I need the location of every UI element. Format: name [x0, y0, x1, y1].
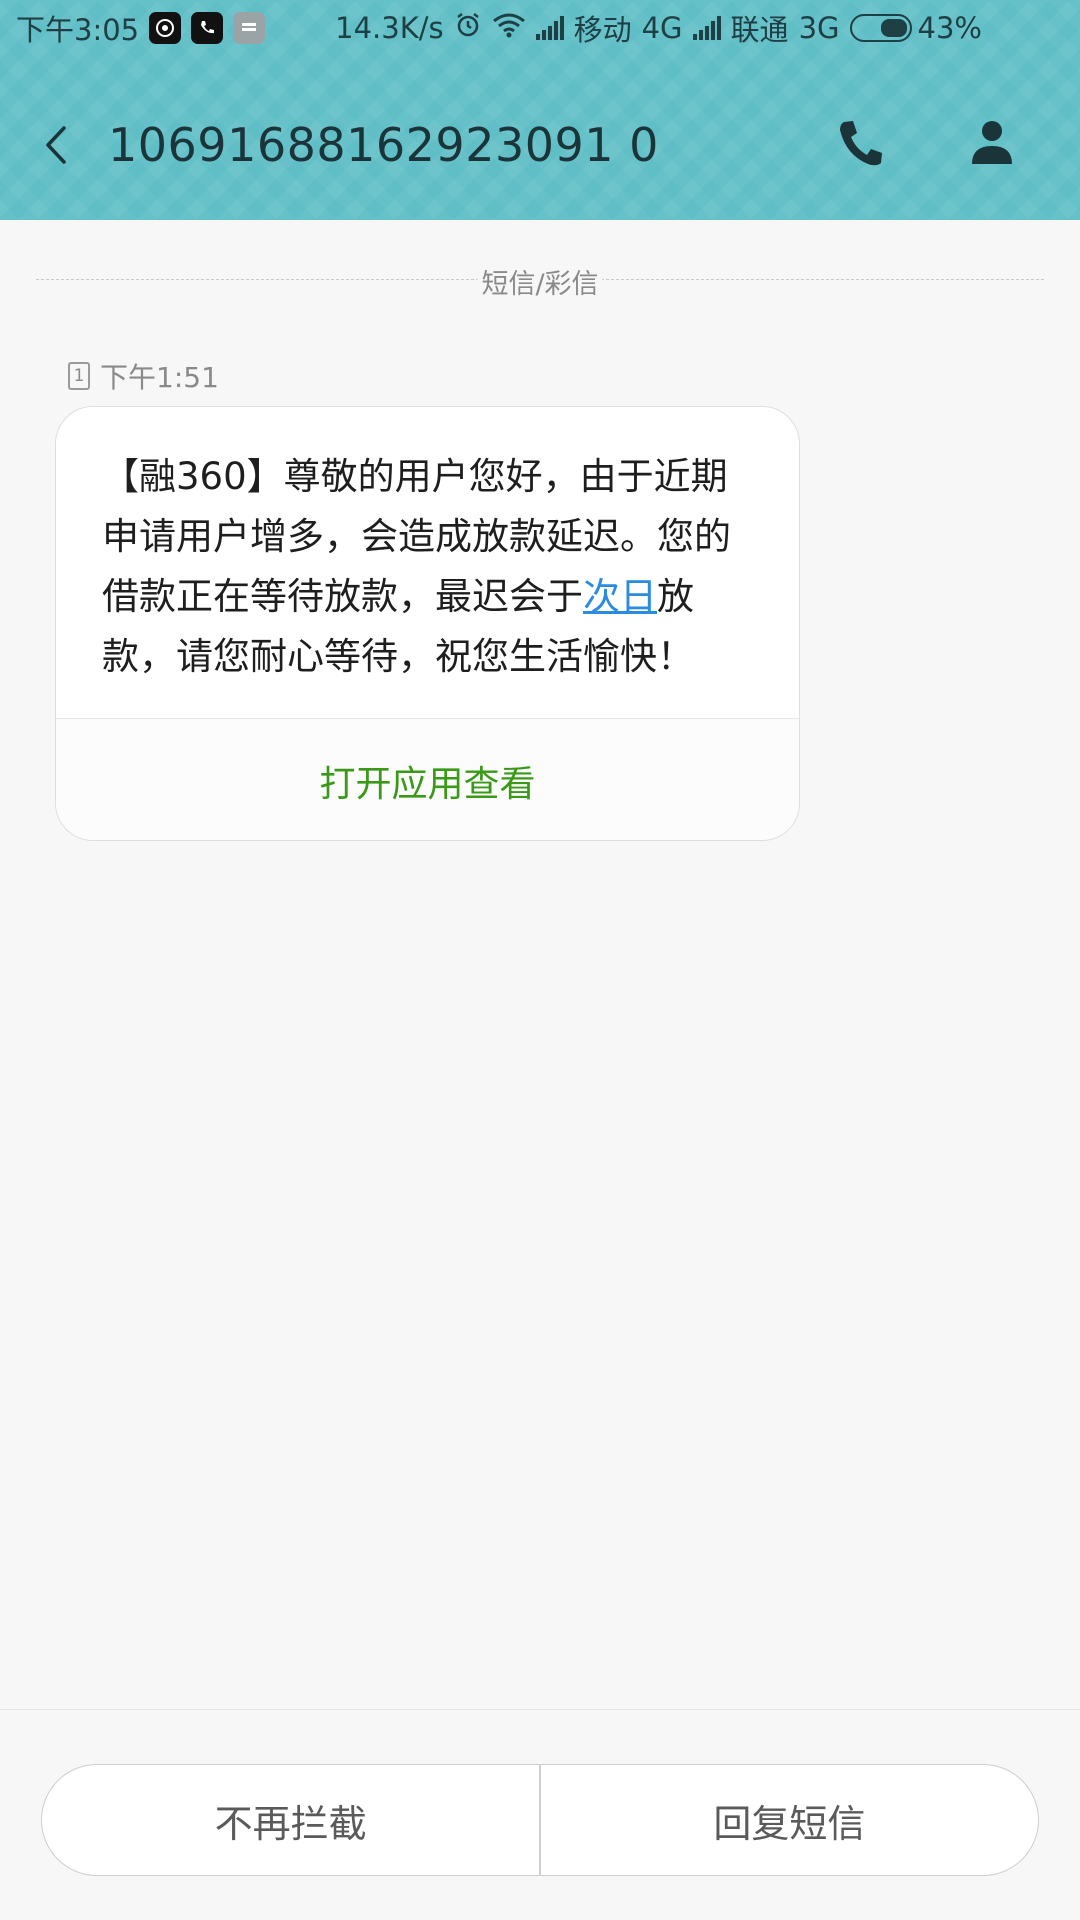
conversation-title: 10691688162923091 0 [108, 118, 659, 172]
message-notification-icon [233, 12, 266, 44]
call-button[interactable] [836, 118, 884, 170]
carrier-2: 联通 [730, 13, 789, 47]
date-link[interactable]: 次日 [583, 575, 657, 618]
conversation-type-divider: 短信/彩信 [36, 262, 1044, 301]
sim-card-icon: 1 [68, 362, 90, 390]
network-type-2: 3G [798, 11, 840, 45]
app-notification-icon [149, 12, 182, 44]
bottom-button-group: 不再拦截 回复短信 [41, 1764, 1039, 1876]
open-app-button[interactable]: 打开应用查看 [56, 719, 799, 840]
status-bar: 下午3:05 14.3K/s 移动 4G 联通 3G 43% [0, 0, 1080, 56]
nav-bar: 10691688162923091 0 [0, 100, 1080, 190]
status-time: 下午3:05 [16, 13, 140, 47]
message-time: 下午1:51 [100, 361, 219, 394]
call-notification-icon [191, 12, 224, 44]
reply-sms-button[interactable]: 回复短信 [541, 1765, 1038, 1875]
bottom-action-bar: 不再拦截 回复短信 [0, 1709, 1080, 1920]
signal-icon [692, 16, 721, 40]
phone-icon [840, 121, 882, 166]
back-button[interactable] [38, 120, 78, 170]
chevron-left-icon [46, 126, 66, 164]
message-meta: 1 下午1:51 [68, 356, 219, 396]
contact-button[interactable] [970, 118, 1014, 168]
person-icon [972, 121, 1012, 164]
battery-percent: 43% [917, 11, 982, 45]
alarm-icon [454, 11, 482, 46]
signal-icon [535, 16, 564, 40]
carrier-1: 移动 [573, 13, 632, 47]
wifi-icon [492, 11, 526, 45]
stop-blocking-button[interactable]: 不再拦截 [42, 1765, 539, 1875]
divider-label: 短信/彩信 [477, 262, 603, 301]
app-header: 下午3:05 14.3K/s 移动 4G 联通 3G 43% 106916881… [0, 0, 1080, 220]
message-bubble[interactable]: 【融360】尊敬的用户您好，由于近期申请用户增多，会造成放款延迟。您的借款正在等… [55, 406, 800, 841]
network-type-1: 4G [641, 11, 683, 45]
battery-icon [849, 14, 912, 42]
net-speed: 14.3K/s [335, 11, 444, 45]
message-text: 【融360】尊敬的用户您好，由于近期申请用户增多，会造成放款延迟。您的借款正在等… [102, 447, 762, 687]
